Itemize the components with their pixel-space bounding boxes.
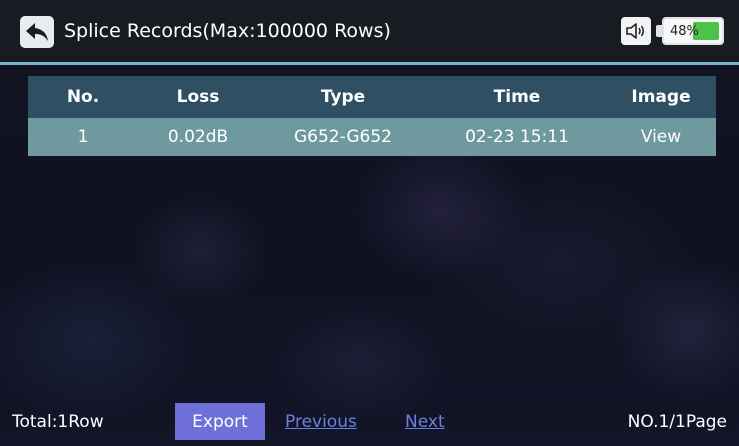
table-row[interactable]: 1 0.02dB G652-G652 02-23 15:11 View (28, 118, 716, 156)
back-arrow-icon (26, 23, 48, 41)
cell-type: G652-G652 (294, 127, 392, 147)
sound-button[interactable] (621, 17, 651, 45)
column-header-no: No. (66, 87, 100, 107)
total-rows-label: Total:1Row (12, 412, 104, 432)
previous-page-link[interactable]: Previous (285, 412, 357, 432)
back-button[interactable] (20, 16, 54, 48)
screen-background: Splice Records(Max:100000 Rows) 48% No. … (0, 0, 739, 446)
column-header-time: Time (493, 87, 541, 107)
records-table: No. Loss Type Time Image 1 0.02dB G652-G… (28, 76, 716, 156)
table-header-row: No. Loss Type Time Image (28, 76, 716, 118)
header-divider (0, 62, 739, 65)
battery-indicator: 48% (662, 17, 724, 45)
next-page-link[interactable]: Next (405, 412, 445, 432)
battery-percent: 48% (670, 23, 699, 39)
page-indicator: NO.1/1Page (627, 412, 727, 432)
cell-no: 1 (77, 127, 89, 147)
header-bar: Splice Records(Max:100000 Rows) 48% (0, 0, 739, 62)
export-button[interactable]: Export (175, 403, 265, 440)
view-image-link[interactable]: View (606, 127, 716, 147)
column-header-type: Type (320, 87, 366, 107)
page-title: Splice Records(Max:100000 Rows) (64, 20, 391, 42)
cell-loss: 0.02dB (167, 127, 229, 147)
column-header-image: Image (631, 87, 691, 107)
column-header-loss: Loss (176, 87, 220, 107)
speaker-icon (626, 23, 644, 39)
cell-time: 02-23 15:11 (465, 127, 569, 147)
